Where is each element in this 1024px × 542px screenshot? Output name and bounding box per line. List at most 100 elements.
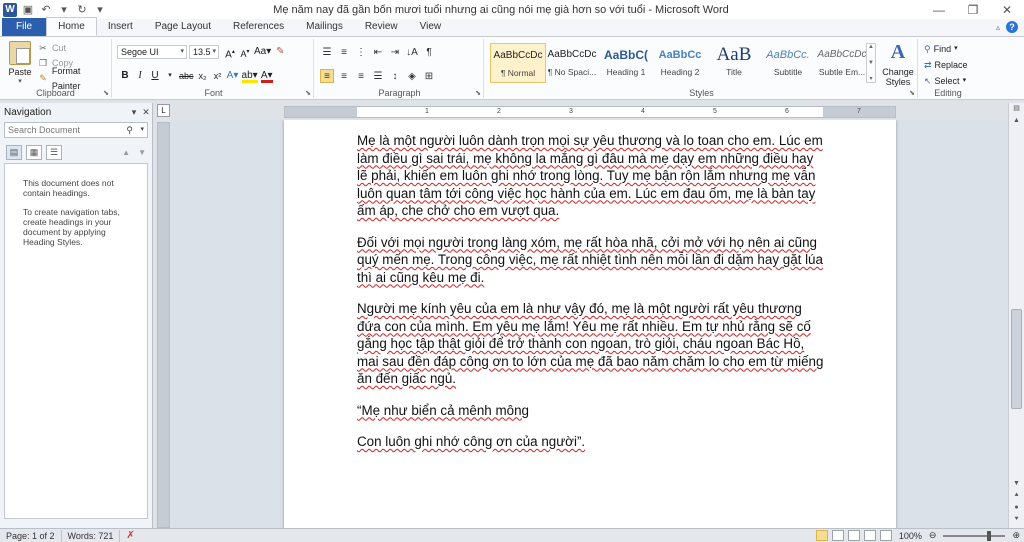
previous-page-icon[interactable]: ⯅ bbox=[1009, 490, 1024, 502]
style-no-spacing[interactable]: AaBbCcDc ¶ No Spaci... bbox=[544, 43, 600, 83]
increase-indent-icon[interactable]: ⇥ bbox=[388, 45, 402, 59]
tab-home[interactable]: Home bbox=[46, 17, 97, 36]
redo-icon[interactable]: ↻ bbox=[75, 3, 89, 17]
help-icon[interactable]: ? bbox=[1006, 21, 1018, 33]
grow-font-icon[interactable]: A▴ bbox=[224, 45, 236, 60]
search-options-icon[interactable]: ▾ bbox=[140, 123, 144, 137]
web-layout-icon[interactable] bbox=[847, 530, 860, 541]
chevron-down-icon[interactable]: ▼ bbox=[868, 60, 874, 66]
draft-view-icon[interactable] bbox=[879, 530, 892, 541]
paragraph[interactable]: Người mẹ kính yêu của em là như vậy đó, … bbox=[357, 300, 827, 388]
justify-icon[interactable]: ☰ bbox=[371, 69, 385, 83]
font-launcher-icon[interactable]: ⬊ bbox=[305, 89, 311, 97]
paragraph[interactable]: Con luôn ghi nhớ công ơn của người”. bbox=[357, 433, 827, 451]
tab-mailings[interactable]: Mailings bbox=[295, 18, 354, 36]
tab-browse-headings[interactable]: ▤ bbox=[6, 145, 22, 160]
change-case-icon[interactable]: Aa▾ bbox=[254, 45, 271, 59]
cut-button[interactable]: ✂ Cut bbox=[38, 41, 111, 56]
minimize-ribbon-icon[interactable]: ▵ bbox=[996, 23, 1000, 32]
underline-dropdown-icon[interactable]: ▾ bbox=[164, 69, 176, 83]
tab-view[interactable]: View bbox=[409, 18, 453, 36]
next-heading-icon[interactable]: ▼ bbox=[138, 148, 146, 157]
close-button[interactable]: ✕ bbox=[990, 0, 1024, 19]
style-heading-1[interactable]: AaBbC( Heading 1 bbox=[598, 43, 654, 83]
align-center-icon[interactable]: ≡ bbox=[337, 69, 351, 83]
align-left-icon[interactable]: ≡ bbox=[320, 69, 334, 83]
vertical-ruler[interactable] bbox=[157, 122, 170, 528]
undo-dropdown-icon[interactable]: ▾ bbox=[57, 3, 71, 17]
scroll-thumb[interactable] bbox=[1011, 309, 1022, 409]
search-input[interactable]: Search Document ⚲ ▾ bbox=[4, 122, 148, 138]
search-icon[interactable]: ⚲ bbox=[126, 123, 133, 137]
view-ruler-icon[interactable]: ▤ bbox=[1009, 103, 1024, 115]
outline-view-icon[interactable] bbox=[863, 530, 876, 541]
tab-browse-results[interactable]: ☰ bbox=[46, 145, 62, 160]
pane-options-icon[interactable]: ▾ bbox=[128, 107, 140, 118]
style-title[interactable]: AaB Title bbox=[706, 43, 762, 83]
tab-page-layout[interactable]: Page Layout bbox=[144, 18, 222, 36]
replace-button[interactable]: ⇄ Replace bbox=[924, 57, 968, 73]
show-marks-icon[interactable]: ¶ bbox=[422, 45, 436, 59]
paste-button[interactable]: Paste ▾ bbox=[5, 41, 35, 85]
undo-icon[interactable]: ↶ bbox=[39, 3, 53, 17]
customize-qat-icon[interactable]: ▾ bbox=[93, 3, 107, 17]
shrink-font-icon[interactable]: A▾ bbox=[239, 45, 251, 59]
chevron-up-icon[interactable]: ▲ bbox=[868, 44, 874, 50]
zoom-level[interactable]: 100% bbox=[896, 531, 925, 541]
zoom-out-icon[interactable]: ⊖ bbox=[929, 530, 937, 541]
paragraph[interactable]: Đối với mọi người trong làng xóm, mẹ rất… bbox=[357, 234, 827, 287]
tab-file[interactable]: File bbox=[2, 18, 47, 36]
word-count[interactable]: Words: 721 bbox=[62, 529, 121, 542]
style-subtle-emphasis[interactable]: AaBbCcDc Subtle Em... bbox=[814, 43, 870, 83]
multilevel-list-icon[interactable]: ⋮ bbox=[354, 45, 368, 59]
change-styles-button[interactable]: A Change Styles bbox=[880, 41, 916, 87]
tab-insert[interactable]: Insert bbox=[97, 18, 144, 36]
strikethrough-icon[interactable]: abc bbox=[179, 69, 194, 83]
shading-icon[interactable]: ◈ bbox=[405, 69, 419, 83]
page-indicator[interactable]: Page: 1 of 2 bbox=[0, 529, 62, 542]
text-effects-icon[interactable]: A▾ bbox=[227, 69, 239, 83]
full-screen-reading-icon[interactable] bbox=[831, 530, 844, 541]
tab-selector[interactable]: L bbox=[157, 104, 170, 117]
paragraph-launcher-icon[interactable]: ⬊ bbox=[475, 89, 481, 97]
print-layout-view-icon[interactable] bbox=[815, 530, 828, 541]
zoom-in-icon[interactable]: ⊕ bbox=[1012, 530, 1020, 541]
word-logo-icon[interactable]: W bbox=[3, 2, 17, 17]
style-subtitle[interactable]: AaBbCc. Subtitle bbox=[760, 43, 816, 83]
scroll-up-icon[interactable]: ▲ bbox=[1009, 115, 1024, 127]
clear-formatting-icon[interactable]: ✎ bbox=[274, 45, 286, 59]
styles-launcher-icon[interactable]: ⬊ bbox=[909, 89, 915, 97]
clipboard-launcher-icon[interactable]: ⬊ bbox=[103, 89, 109, 97]
document-page[interactable]: Mẹ là một người luôn dành trọn mọi sự yê… bbox=[284, 120, 896, 528]
superscript-icon[interactable]: x² bbox=[212, 69, 224, 83]
tab-review[interactable]: Review bbox=[354, 18, 409, 36]
more-styles-icon[interactable]: ▾ bbox=[869, 75, 872, 82]
previous-heading-icon[interactable]: ▲ bbox=[122, 148, 130, 157]
borders-icon[interactable]: ⊞ bbox=[422, 69, 436, 83]
align-right-icon[interactable]: ≡ bbox=[354, 69, 368, 83]
font-family-select[interactable]: Segoe UI ▾ bbox=[117, 45, 187, 59]
format-painter-button[interactable]: ✎ Format Painter bbox=[38, 66, 111, 91]
italic-icon[interactable]: I bbox=[134, 69, 146, 83]
paragraph[interactable]: Mẹ là một người luôn dành trọn mọi sự yê… bbox=[357, 132, 827, 220]
document-area[interactable]: Mẹ là một người luôn dành trọn mọi sự yê… bbox=[172, 120, 1008, 528]
tab-browse-pages[interactable]: ▦ bbox=[26, 145, 42, 160]
horizontal-ruler[interactable]: 1 2 3 4 5 6 7 bbox=[284, 106, 896, 118]
style-normal[interactable]: AaBbCcDc ¶ Normal bbox=[490, 43, 546, 83]
save-icon[interactable]: ▣ bbox=[21, 3, 35, 17]
browse-object-icon[interactable]: ● bbox=[1009, 502, 1024, 514]
line-spacing-icon[interactable]: ↕ bbox=[388, 69, 402, 83]
highlight-icon[interactable]: ab▾ bbox=[241, 69, 258, 83]
numbering-icon[interactable]: ≡ bbox=[337, 45, 351, 59]
bullets-icon[interactable]: ☰ bbox=[320, 45, 334, 59]
subscript-icon[interactable]: x₂ bbox=[197, 69, 209, 83]
font-color-icon[interactable]: A▾ bbox=[260, 69, 273, 83]
minimize-button[interactable]: — bbox=[922, 0, 956, 19]
sort-icon[interactable]: ↓A bbox=[405, 45, 419, 59]
select-button[interactable]: ↖ Select ▾ bbox=[924, 73, 968, 89]
restore-button[interactable]: ❐ bbox=[956, 0, 990, 19]
scroll-down-icon[interactable]: ▼ bbox=[1009, 478, 1024, 490]
next-page-icon[interactable]: ⯆ bbox=[1009, 514, 1024, 526]
font-size-select[interactable]: 13.5 ▾ bbox=[189, 45, 219, 59]
tab-references[interactable]: References bbox=[222, 18, 295, 36]
